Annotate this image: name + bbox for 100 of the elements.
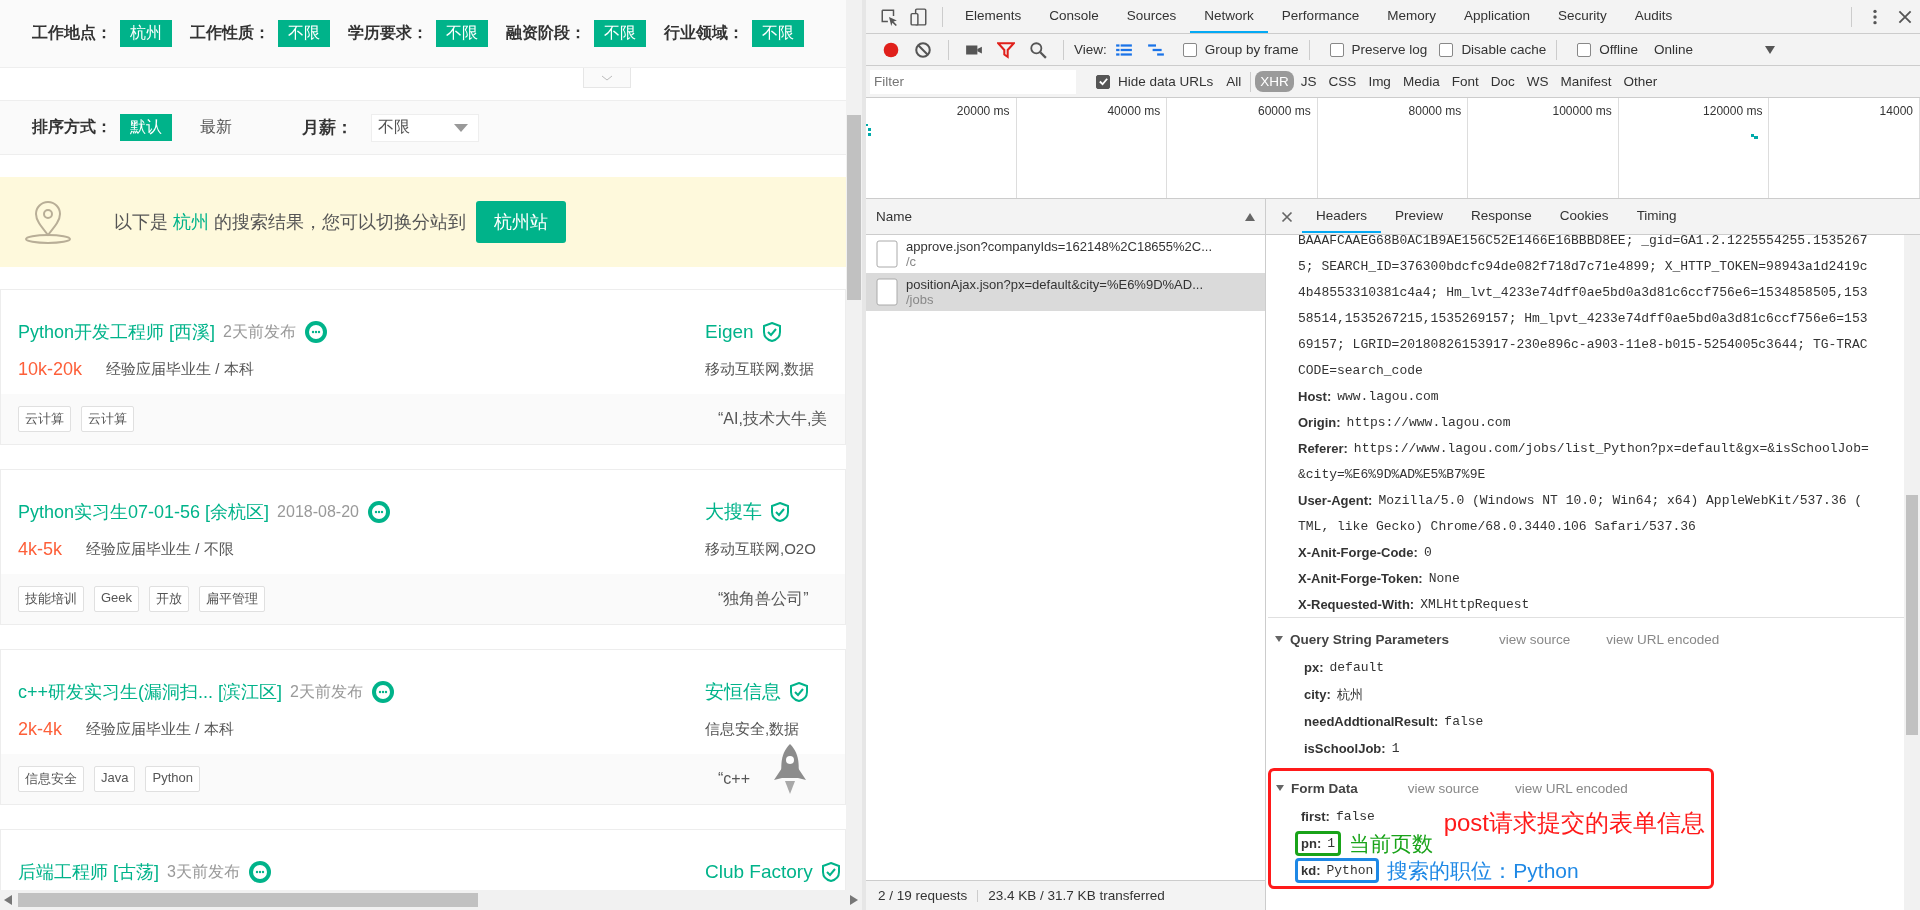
type-filter-button[interactable]: Doc <box>1485 71 1520 92</box>
rocket-icon[interactable] <box>772 744 808 796</box>
checkbox-label[interactable]: Disable cache <box>1461 42 1547 57</box>
salary: 2k-4k <box>18 718 62 740</box>
checkbox-label[interactable]: Group by frame <box>1204 42 1299 57</box>
header-value: 58514,1535267215,1535269157; Hm_lpvt_4233e74dff0ae5bd0a3d81c6ccf756e6=153 <box>1298 310 1868 326</box>
checkbox-label[interactable]: Preserve log <box>1351 42 1428 57</box>
job-tag: Python <box>145 766 200 792</box>
vertical-scrollbar[interactable] <box>846 0 862 890</box>
type-filter-button[interactable]: Img <box>1363 71 1396 92</box>
inspect-icon[interactable] <box>880 7 898 26</box>
detail-tab[interactable]: Cookies <box>1545 200 1623 233</box>
file-icon <box>876 278 898 306</box>
header-value: 5; SEARCH_ID=376300bdcfc94de082f718d7c71e4899; X_HTTP_TOKEN=98943a1d2419c <box>1298 258 1868 274</box>
detail-tab[interactable]: Headers <box>1302 200 1382 233</box>
checkbox-label[interactable]: Hide data URLs <box>1118 74 1214 89</box>
view-source-link[interactable]: view source <box>1407 780 1480 796</box>
chat-bubble-icon <box>303 320 328 344</box>
devtools-tab[interactable]: Performance <box>1267 0 1374 33</box>
job-tag: Java <box>94 766 136 792</box>
company-slogan: “独角兽公司” <box>718 588 810 609</box>
checkbox[interactable] <box>1329 42 1344 57</box>
view-source-link[interactable]: view source <box>1499 631 1571 647</box>
header-value: https://www.lagou.com/jobs/list_Python?px=default&gx=&isSchoolJob= <box>1353 440 1869 456</box>
record-button[interactable] <box>882 40 900 59</box>
detail-tab[interactable]: Preview <box>1381 200 1458 233</box>
view-url-encoded-link[interactable]: view URL encoded <box>1515 780 1628 796</box>
expand-triangle-icon[interactable] <box>1274 634 1284 644</box>
timeline-marks <box>1751 134 1759 139</box>
header-value: 4b48553310381c4a4; Hm_lvt_4233e74dff0ae5bd0a3d81c6ccf756e6=1534858505,153 <box>1298 284 1868 300</box>
scroll-right-icon[interactable] <box>850 895 858 905</box>
expand-triangle-icon[interactable] <box>1275 783 1285 793</box>
view-url-encoded-link[interactable]: view URL encoded <box>1606 631 1720 647</box>
device-icon[interactable] <box>910 7 928 26</box>
timeline-tick: 100000 ms <box>1552 104 1612 118</box>
type-filter-button[interactable]: Media <box>1397 71 1445 92</box>
header-name: X-Anit-Forge-Code: <box>1298 544 1418 560</box>
salary-select[interactable]: 不限 <box>371 113 479 142</box>
checkbox[interactable] <box>1096 74 1110 89</box>
detail-tab[interactable]: Timing <box>1622 200 1691 233</box>
filter-label: 工作性质： <box>190 23 270 43</box>
checkbox[interactable] <box>1577 42 1592 57</box>
request-name: approve.json?companyIds=162148%2C18655%2C... <box>906 239 1213 254</box>
salary-label: 月薪： <box>302 117 353 139</box>
detail-tab[interactable]: Response <box>1457 200 1546 233</box>
devtools-tab[interactable]: Application <box>1449 0 1544 33</box>
company-industry: 移动互联网,数据 <box>705 359 815 379</box>
timeline-tick: 20000 ms <box>956 104 1010 118</box>
devtools-tab[interactable]: Sources <box>1112 0 1191 33</box>
checkbox[interactable] <box>1439 42 1454 57</box>
filter-label: 学历要求： <box>348 23 428 43</box>
banner-text: 以下是 杭州 的搜索结果，您可以切换分站到 <box>114 211 467 234</box>
type-filter-button[interactable]: Font <box>1446 71 1484 92</box>
caret-icon <box>454 123 468 132</box>
devtools-tab[interactable]: Console <box>1035 0 1113 33</box>
request-row[interactable]: positionAjax.json?px=default&city=%E6%9D%AD... /jobs <box>866 273 1265 311</box>
filter-label: 融资阶段： <box>506 23 586 43</box>
caret-icon[interactable] <box>1765 45 1775 54</box>
timeline-tick: 80000 ms <box>1408 104 1462 118</box>
header-value: 69157; LGRID=20180826153917-230e896c-a903-11e8-b015-5254005c3644; TG-TRAC <box>1298 336 1868 352</box>
type-filter-button[interactable]: All <box>1221 71 1247 92</box>
request-count: 2 / 19 requests <box>878 888 968 903</box>
search-icon[interactable] <box>1029 40 1047 59</box>
type-filter-button[interactable]: CSS <box>1323 71 1362 92</box>
chat-bubble-icon <box>366 500 391 524</box>
param-entry: needAddtionalResult: false <box>1303 713 1485 731</box>
filter-icon[interactable] <box>997 40 1015 59</box>
sort-triangle-icon[interactable] <box>1245 212 1255 221</box>
filter-input[interactable]: Filter <box>870 69 1076 94</box>
devtools-tab[interactable]: Audits <box>1620 0 1687 33</box>
devtools-tab[interactable]: Memory <box>1373 0 1450 33</box>
transfer-size: 23.4 KB / 31.7 KB transferred <box>988 888 1165 903</box>
checkbox[interactable] <box>1182 42 1197 57</box>
horizontal-scrollbar[interactable] <box>0 890 862 910</box>
scroll-left-icon[interactable] <box>4 895 12 905</box>
vertical-scrollbar[interactable] <box>1904 235 1920 910</box>
throttle-select[interactable]: Online <box>1653 42 1693 57</box>
param-entry: px: default <box>1303 659 1386 677</box>
clear-icon[interactable] <box>914 40 932 59</box>
type-filter-button[interactable]: JS <box>1295 71 1322 92</box>
type-filter-button[interactable]: Other <box>1618 71 1663 92</box>
devtools-tab[interactable]: Security <box>1543 0 1621 33</box>
post-time: 2天前发布 <box>290 681 363 702</box>
checkbox-label[interactable]: Offline <box>1599 42 1638 57</box>
header-name: User-Agent: <box>1298 492 1373 508</box>
header-name: X-Requested-With: <box>1298 596 1415 612</box>
type-filter-button[interactable]: WS <box>1521 71 1554 92</box>
sort-option[interactable]: 最新 <box>190 114 242 141</box>
devtools-tab[interactable]: Elements <box>951 0 1036 33</box>
shield-check-icon <box>789 682 809 702</box>
company-slogan: “c++ <box>718 770 751 788</box>
section-title: Form Data <box>1291 780 1358 796</box>
param-entry: first: false <box>1300 808 1376 826</box>
section-title: Query String Parameters <box>1290 631 1450 647</box>
salary: 10k-20k <box>18 358 83 380</box>
request-row[interactable]: approve.json?companyIds=162148%2C18655%2C... /c <box>866 235 1265 273</box>
type-filter-button[interactable]: Manifest <box>1555 71 1617 92</box>
request-name: positionAjax.json?px=default&city=%E6%9D%AD... <box>906 277 1203 292</box>
header-value: TML, like Gecko) Chrome/68.0.3440.106 Safari/537.36 <box>1298 518 1696 534</box>
name-column-header[interactable]: Name <box>866 199 1265 235</box>
